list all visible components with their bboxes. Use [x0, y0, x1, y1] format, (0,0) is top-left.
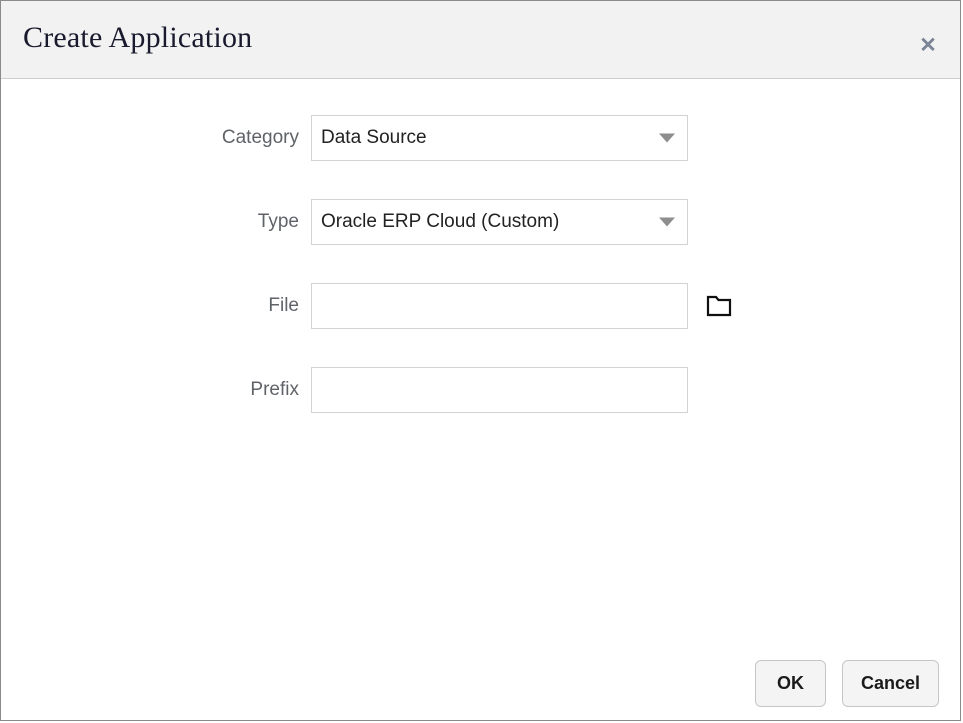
type-value: Oracle ERP Cloud (Custom) — [312, 211, 559, 233]
close-icon[interactable]: ✕ — [912, 29, 944, 61]
file-label: File — [1, 295, 311, 317]
file-input[interactable] — [312, 284, 687, 328]
chevron-down-icon[interactable] — [659, 134, 675, 143]
type-dropdown[interactable]: Oracle ERP Cloud (Custom) — [311, 199, 688, 245]
dialog-header: Create Application ✕ — [1, 1, 960, 79]
folder-icon[interactable] — [704, 291, 734, 321]
page-title: Create Application — [23, 21, 252, 55]
category-value: Data Source — [312, 127, 427, 149]
form-row-prefix: Prefix — [1, 367, 960, 413]
prefix-input[interactable] — [312, 368, 687, 412]
form-row-type: Type Oracle ERP Cloud (Custom) — [1, 199, 960, 245]
form-row-category: Category Data Source — [1, 115, 960, 161]
ok-button[interactable]: OK — [755, 660, 826, 707]
create-application-dialog: Create Application ✕ Category Data Sourc… — [0, 0, 961, 721]
dialog-body: Category Data Source Type Oracle ERP Clo… — [1, 79, 960, 646]
type-label: Type — [1, 211, 311, 233]
dialog-footer: OK Cancel — [1, 646, 960, 720]
form-row-file: File — [1, 283, 960, 329]
cancel-button[interactable]: Cancel — [842, 660, 939, 707]
category-label: Category — [1, 127, 311, 149]
prefix-label: Prefix — [1, 379, 311, 401]
chevron-down-icon[interactable] — [659, 218, 675, 227]
category-dropdown[interactable]: Data Source — [311, 115, 688, 161]
file-field-wrapper[interactable] — [311, 283, 688, 329]
prefix-field-wrapper[interactable] — [311, 367, 688, 413]
